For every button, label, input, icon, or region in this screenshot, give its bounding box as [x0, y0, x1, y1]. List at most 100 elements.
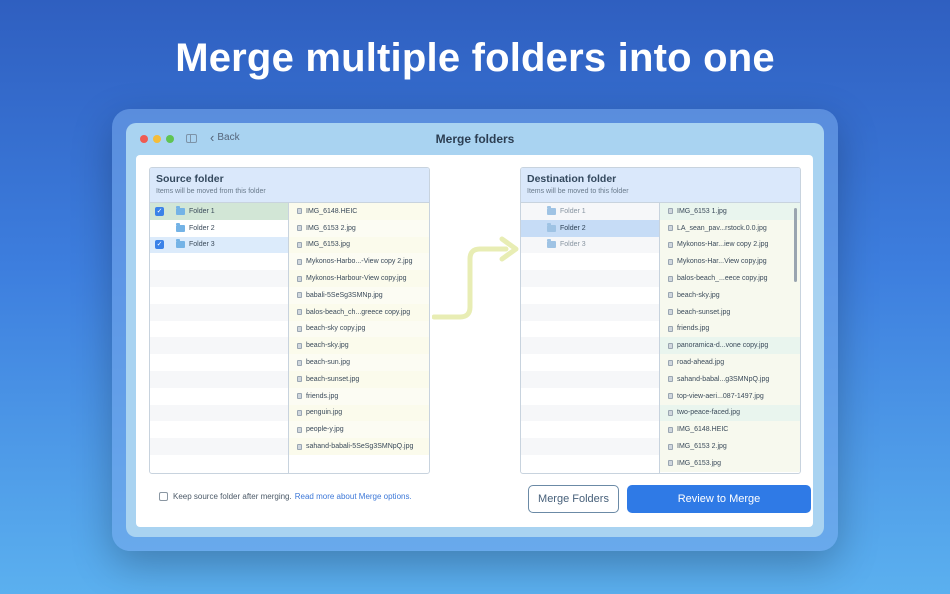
folder-name: Folder 3	[189, 241, 215, 249]
keep-source-checkbox[interactable]	[159, 492, 168, 501]
file-icon	[297, 309, 302, 316]
file-row[interactable]: panoramica-d...vone copy.jpg	[660, 337, 800, 355]
file-row[interactable]: road-ahead.jpg	[660, 354, 800, 371]
folder-name: Folder 2	[560, 224, 586, 232]
destination-file-list: IMG_6153 1.jpg LA_sean_pav...rstock.0.0.j…	[660, 203, 800, 473]
empty-row	[150, 454, 288, 472]
file-row[interactable]: beach-sunset.jpg	[660, 303, 800, 321]
file-name: friends.jpg	[306, 392, 339, 400]
main-content: Source folder Items will be moved from t…	[136, 155, 813, 527]
file-row[interactable]: babali-5SeSg3SMNp.jpg	[289, 286, 429, 304]
file-icon	[668, 325, 673, 332]
file-row[interactable]: beach-sunset.jpg	[289, 370, 429, 388]
file-name: two-peace-faced.jpg	[677, 409, 741, 417]
folder-row[interactable]: Folder 1	[521, 203, 659, 220]
file-name: beach-sun.jpg	[306, 359, 350, 367]
checkbox-checked-icon[interactable]: ✓	[155, 206, 164, 216]
file-row[interactable]: IMG_6153 2.jpg	[660, 438, 800, 455]
file-row[interactable]: Mykonos-Har...View copy.jpg	[660, 253, 800, 271]
folder-name: Folder 1	[189, 207, 215, 215]
headline: Merge multiple folders into one	[175, 36, 775, 80]
source-folder-list: ✓ Folder 1 Folder 2 ✓ Folder 3	[150, 203, 289, 473]
file-icon	[297, 443, 302, 450]
destination-panel-subtitle: Items will be moved to this folder	[527, 188, 629, 195]
folder-icon	[547, 205, 556, 215]
file-row[interactable]: IMG_6153.jpg	[289, 236, 429, 254]
empty-row	[521, 370, 659, 388]
file-row[interactable]: two-peace-faced.jpg	[660, 404, 800, 422]
empty-row	[521, 337, 659, 355]
empty-row	[521, 354, 659, 371]
empty-row	[521, 270, 659, 287]
file-icon	[668, 225, 673, 232]
empty-row	[150, 303, 288, 321]
folder-name: Folder 3	[560, 241, 586, 249]
file-row[interactable]: IMG_6153.jpg	[660, 454, 800, 472]
file-row[interactable]: Mykonos-Har...iew copy 2.jpg	[660, 236, 800, 254]
file-name: Mykonos-Har...View copy.jpg	[677, 258, 767, 266]
file-row[interactable]: sahand-babal...g3SMNpQ.jpg	[660, 370, 800, 388]
file-icon	[297, 426, 302, 433]
keep-source-label: Keep source folder after merging.	[173, 492, 292, 501]
checkbox-empty-icon[interactable]	[155, 224, 164, 233]
file-row[interactable]: IMG_6153 1.jpg	[660, 203, 800, 220]
empty-row	[521, 286, 659, 304]
folder-row[interactable]: Folder 3	[521, 236, 659, 254]
file-row[interactable]: top-view-aeri...087-1497.jpg	[660, 387, 800, 405]
file-icon	[297, 208, 302, 215]
app-window: ‹ Back Merge folders Source folder Items…	[126, 123, 824, 537]
destination-scrollbar[interactable]	[794, 208, 797, 282]
folder-row[interactable]: Folder 2	[150, 219, 288, 237]
file-row[interactable]: IMG_6153 2.jpg	[289, 219, 429, 237]
empty-row	[150, 354, 288, 371]
file-row[interactable]: friends.jpg	[289, 387, 429, 405]
file-name: panoramica-d...vone copy.jpg	[677, 342, 769, 350]
file-icon	[668, 241, 673, 248]
merge-options-link[interactable]: Read more about Merge options.	[295, 492, 412, 501]
file-icon	[668, 409, 673, 416]
file-row[interactable]: beach-sky.jpg	[289, 337, 429, 355]
folder-icon	[176, 222, 185, 232]
file-row[interactable]: sahand-babali-5SeSg3SMNpQ.jpg	[289, 438, 429, 455]
file-row[interactable]: IMG_6148.HEIC	[660, 421, 800, 439]
file-name: IMG_6148.HEIC	[306, 207, 358, 215]
checkbox-checked-icon[interactable]: ✓	[155, 240, 164, 250]
file-icon	[668, 376, 673, 383]
folder-icon	[176, 239, 185, 249]
empty-row	[150, 320, 288, 338]
empty-row	[521, 320, 659, 338]
merge-folders-button[interactable]: Merge Folders	[528, 485, 619, 513]
empty-row	[150, 438, 288, 455]
empty-row	[150, 270, 288, 287]
file-name: IMG_6153 1.jpg	[677, 207, 727, 215]
file-icon	[297, 325, 302, 332]
file-row[interactable]: penguin.jpg	[289, 404, 429, 422]
file-row[interactable]: Mykonos-Harbo...-View copy 2.jpg	[289, 253, 429, 271]
file-name: balos-beach_...eece copy.jpg	[677, 275, 768, 283]
source-file-list: IMG_6148.HEIC IMG_6153 2.jpg IMG_6153.jpg M…	[289, 203, 429, 473]
folder-row[interactable]: ✓ Folder 1	[150, 203, 288, 220]
window-title: Merge folders	[435, 132, 515, 146]
folder-row[interactable]: Folder 2	[521, 219, 659, 237]
file-icon	[297, 275, 302, 282]
file-row[interactable]: LA_sean_pav...rstock.0.0.jpg	[660, 219, 800, 237]
file-row[interactable]: balos-beach_...eece copy.jpg	[660, 270, 800, 287]
folder-row[interactable]: ✓ Folder 3	[150, 236, 288, 254]
file-row[interactable]: people-y.jpg	[289, 421, 429, 439]
empty-row	[521, 387, 659, 405]
file-icon	[668, 208, 673, 215]
empty-row	[521, 438, 659, 455]
review-to-merge-button[interactable]: Review to Merge	[627, 485, 811, 513]
file-row[interactable]: beach-sky.jpg	[660, 286, 800, 304]
file-row[interactable]: IMG_6148.HEIC	[289, 203, 429, 220]
file-icon	[297, 376, 302, 383]
file-row[interactable]: beach-sun.jpg	[289, 354, 429, 371]
file-row[interactable]: Mykonos-Harbour-View copy.jpg	[289, 270, 429, 287]
file-row[interactable]: beach-sky copy.jpg	[289, 320, 429, 338]
empty-row	[150, 387, 288, 405]
destination-panel-header: Destination folder Items will be moved t…	[521, 168, 800, 203]
file-row[interactable]: friends.jpg	[660, 320, 800, 338]
source-panel-title: Source folder	[156, 173, 224, 185]
file-name: beach-sunset.jpg	[677, 308, 731, 316]
file-row[interactable]: balos-beach_ch...greece copy.jpg	[289, 303, 429, 321]
